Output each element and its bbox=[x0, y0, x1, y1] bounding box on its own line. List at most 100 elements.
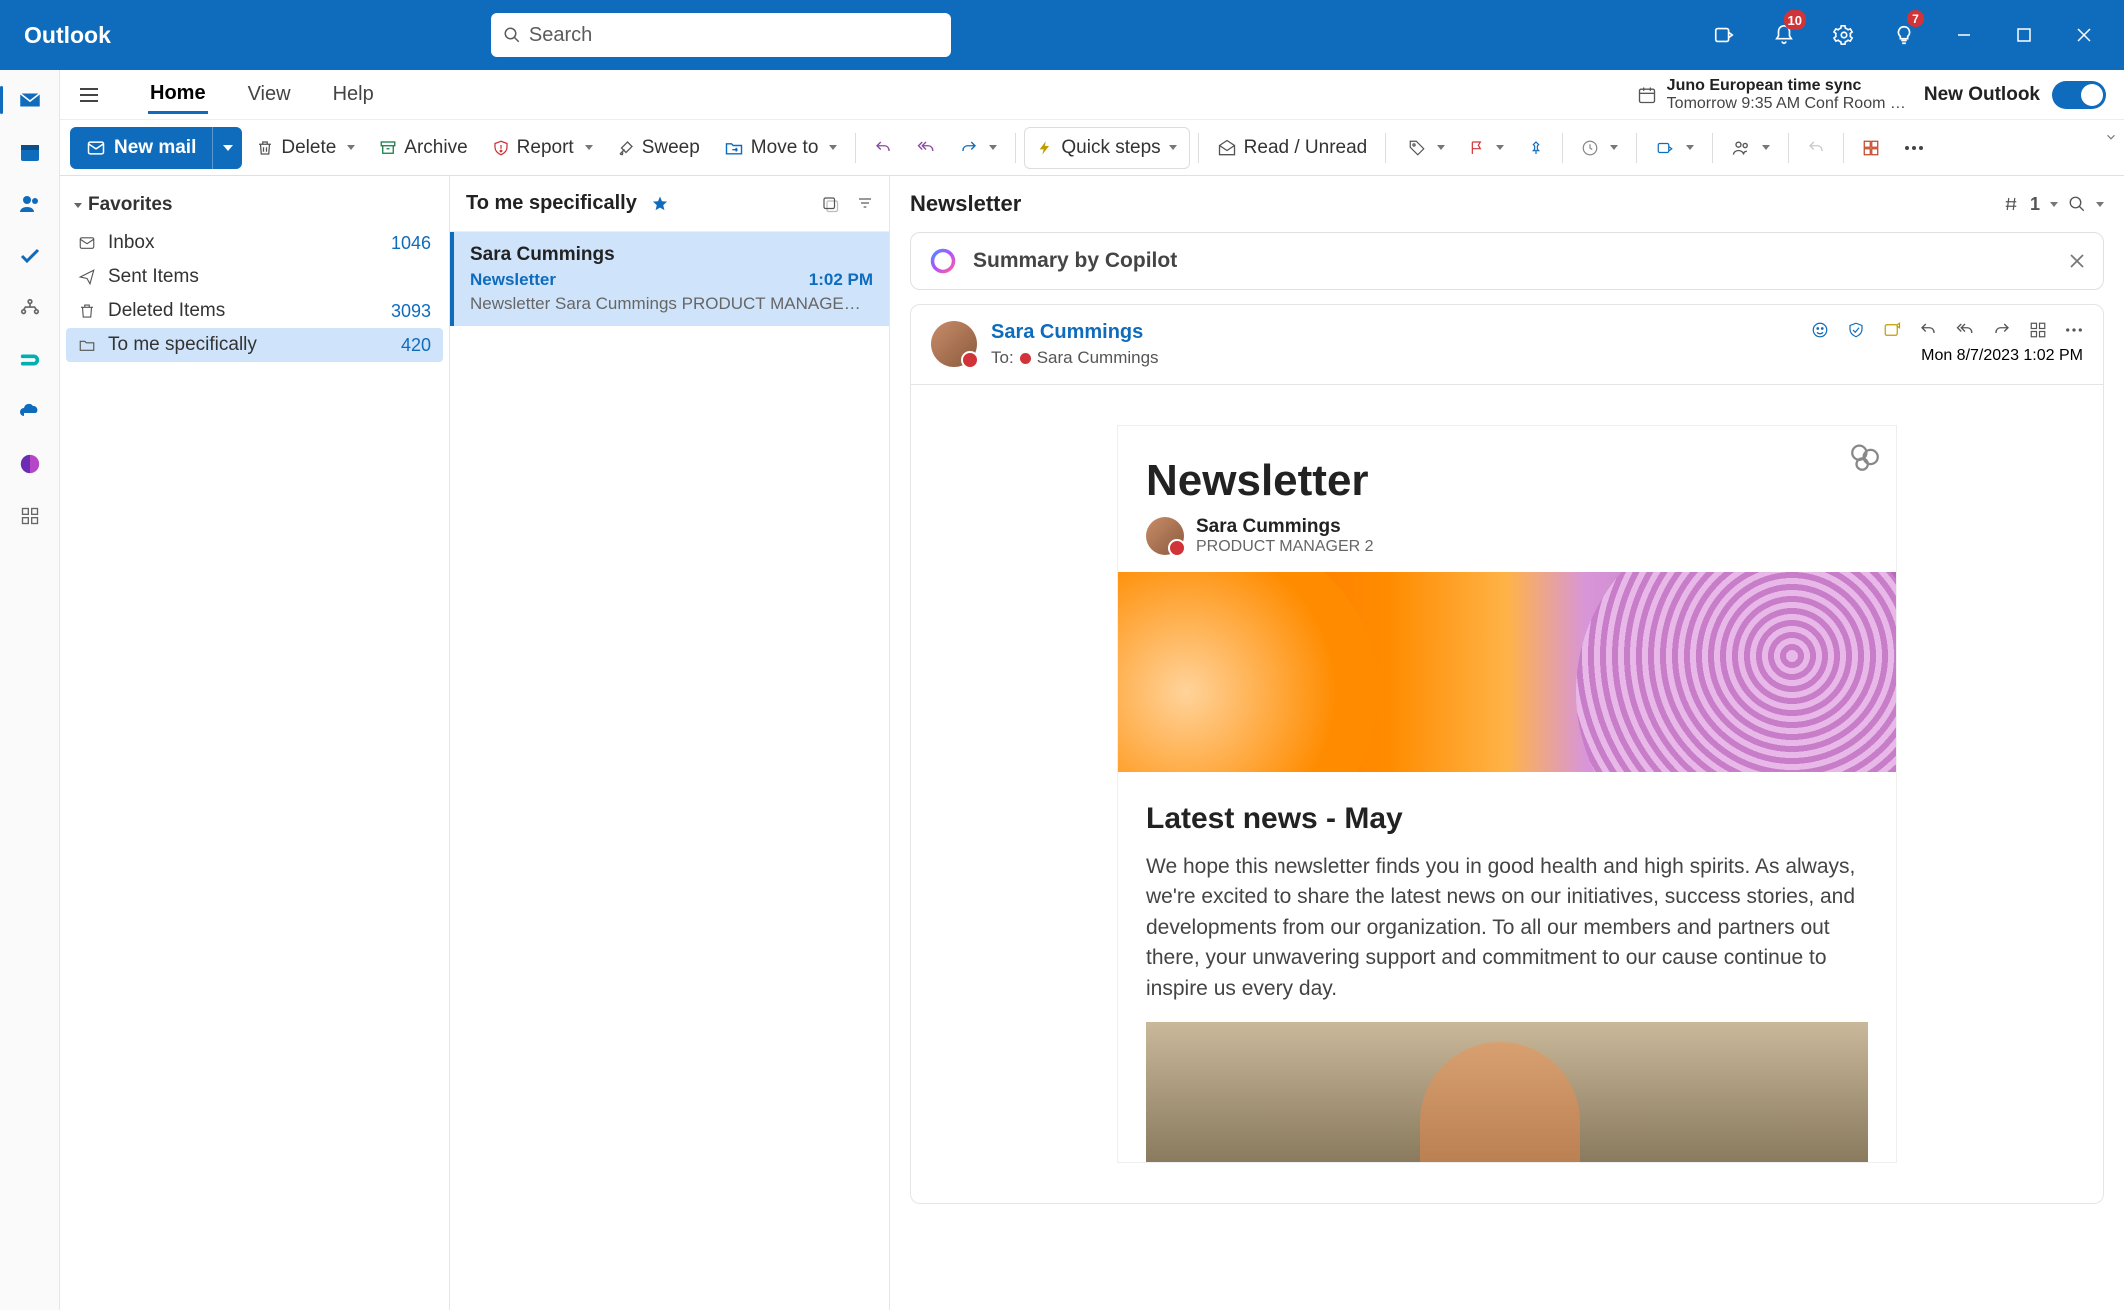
forward-icon[interactable] bbox=[950, 127, 1007, 169]
select-icon[interactable] bbox=[821, 195, 839, 213]
teams-icon[interactable] bbox=[1721, 127, 1780, 169]
calendar-peek[interactable]: Juno European time sync Tomorrow 9:35 AM… bbox=[1637, 77, 1906, 113]
new-mail-caret[interactable] bbox=[212, 127, 242, 169]
quick-steps-label: Quick steps bbox=[1061, 137, 1160, 159]
sweep-button[interactable]: Sweep bbox=[607, 127, 710, 169]
hamburger-icon[interactable] bbox=[78, 84, 100, 106]
folder-icon bbox=[78, 336, 96, 354]
message-subject: Newsletter bbox=[470, 270, 556, 290]
new-outlook-toggle[interactable] bbox=[2052, 81, 2106, 109]
copilot-close-icon[interactable] bbox=[2069, 253, 2085, 269]
search-icon bbox=[503, 26, 521, 44]
presence-dot bbox=[1020, 353, 1031, 364]
app-rail bbox=[0, 70, 60, 1310]
calendar-icon bbox=[1637, 85, 1657, 105]
pin-icon[interactable] bbox=[1518, 127, 1554, 169]
favorites-header[interactable]: Favorites bbox=[66, 188, 443, 226]
report-button[interactable]: Report bbox=[482, 127, 603, 169]
react-icon[interactable] bbox=[1811, 321, 1829, 339]
reply-all-icon[interactable] bbox=[1955, 321, 1975, 339]
flag-icon[interactable] bbox=[1459, 127, 1514, 169]
more-actions-icon[interactable] bbox=[2065, 327, 2083, 333]
message-sender: Sara Cummings bbox=[470, 244, 873, 266]
maximize-button[interactable] bbox=[1994, 0, 2054, 70]
folder-label: To me specifically bbox=[108, 334, 257, 356]
rail-app2-icon[interactable] bbox=[12, 446, 48, 482]
open-window-icon[interactable] bbox=[1883, 321, 1901, 339]
immersive-reader-icon[interactable] bbox=[1852, 127, 1890, 169]
envelope-open-icon bbox=[1217, 138, 1237, 158]
read-unread-button[interactable]: Read / Unread bbox=[1207, 127, 1378, 169]
delete-button[interactable]: Delete bbox=[246, 127, 365, 169]
move-button[interactable]: Move to bbox=[714, 127, 848, 169]
ribbon-collapse-icon[interactable] bbox=[2104, 130, 2118, 144]
message-item[interactable]: Sara Cummings Newsletter 1:02 PM Newslet… bbox=[450, 232, 889, 326]
approve-icon[interactable] bbox=[1847, 321, 1865, 339]
sender-name[interactable]: Sara Cummings bbox=[991, 321, 1797, 344]
rail-calendar-icon[interactable] bbox=[12, 134, 48, 170]
reply-icon[interactable] bbox=[1919, 321, 1937, 339]
folder-count: 1046 bbox=[391, 233, 431, 254]
folder-label: Sent Items bbox=[108, 266, 199, 288]
tips-badge: 7 bbox=[1907, 10, 1924, 27]
archive-button[interactable]: Archive bbox=[369, 127, 477, 169]
rail-todo-icon[interactable] bbox=[12, 238, 48, 274]
report-label: Report bbox=[517, 137, 574, 159]
rail-app1-icon[interactable] bbox=[12, 342, 48, 378]
rail-org-icon[interactable] bbox=[12, 290, 48, 326]
sender-avatar[interactable] bbox=[931, 321, 977, 367]
new-mail-button[interactable]: New mail bbox=[70, 127, 242, 169]
message-preview: Newsletter Sara Cummings PRODUCT MANAGE… bbox=[470, 294, 873, 314]
folder-sent[interactable]: Sent Items bbox=[66, 260, 443, 294]
rail-more-apps-icon[interactable] bbox=[12, 498, 48, 534]
forward-icon[interactable] bbox=[1993, 321, 2011, 339]
apps-icon[interactable] bbox=[2029, 321, 2047, 339]
minimize-button[interactable] bbox=[1934, 0, 1994, 70]
filter-icon[interactable] bbox=[857, 195, 873, 211]
tips-icon[interactable]: 7 bbox=[1874, 0, 1934, 70]
reply-all-icon[interactable] bbox=[906, 127, 946, 169]
newsletter-title: Newsletter bbox=[1118, 426, 1896, 516]
rail-people-icon[interactable] bbox=[12, 186, 48, 222]
trash-icon bbox=[256, 139, 274, 157]
quick-steps-button[interactable]: Quick steps bbox=[1024, 127, 1189, 169]
folder-inbox[interactable]: Inbox 1046 bbox=[66, 226, 443, 260]
folder-deleted[interactable]: Deleted Items 3093 bbox=[66, 294, 443, 328]
copilot-summary-card[interactable]: Summary by Copilot bbox=[910, 232, 2104, 290]
newsletter-paragraph: We hope this newsletter finds you in goo… bbox=[1118, 846, 1896, 1022]
close-button[interactable] bbox=[2054, 0, 2114, 70]
delete-label: Delete bbox=[281, 137, 336, 159]
search-box[interactable]: Search bbox=[491, 13, 951, 57]
mail-icon bbox=[86, 138, 106, 158]
rules-icon[interactable] bbox=[1645, 127, 1704, 169]
notifications-icon[interactable]: 10 bbox=[1754, 0, 1814, 70]
to-name: Sara Cummings bbox=[1037, 348, 1159, 368]
tab-home[interactable]: Home bbox=[148, 76, 208, 114]
settings-icon[interactable] bbox=[1814, 0, 1874, 70]
author-role: PRODUCT MANAGER 2 bbox=[1196, 538, 1374, 556]
folder-to-me[interactable]: To me specifically 420 bbox=[66, 328, 443, 362]
zoom-icon[interactable] bbox=[2068, 195, 2086, 213]
trash-icon bbox=[78, 302, 96, 320]
tab-help[interactable]: Help bbox=[331, 77, 376, 112]
undo-icon[interactable] bbox=[864, 127, 902, 169]
rail-onedrive-icon[interactable] bbox=[12, 394, 48, 430]
app-name: Outlook bbox=[24, 22, 111, 49]
tag-icon[interactable] bbox=[1398, 127, 1455, 169]
tab-view[interactable]: View bbox=[246, 77, 293, 112]
rail-mail-icon[interactable] bbox=[12, 82, 48, 118]
snooze-icon[interactable] bbox=[1571, 127, 1628, 169]
more-icon[interactable] bbox=[1894, 127, 1934, 169]
message-body: Newsletter Sara Cummings PRODUCT MANAGER… bbox=[910, 385, 2104, 1204]
try-premium-icon[interactable] bbox=[1694, 0, 1754, 70]
undo-action-icon[interactable] bbox=[1797, 127, 1835, 169]
move-label: Move to bbox=[751, 137, 819, 159]
message-date: Mon 8/7/2023 1:02 PM bbox=[1921, 347, 2083, 365]
thread-count: 1 bbox=[2030, 194, 2040, 215]
folder-pane: Favorites Inbox 1046 Sent Items Deleted … bbox=[60, 176, 450, 1310]
sent-icon bbox=[78, 268, 96, 286]
newsletter-body: Newsletter Sara Cummings PRODUCT MANAGER… bbox=[1117, 425, 1897, 1163]
reading-pane: Newsletter 1 Summary by Copilot bbox=[890, 176, 2124, 1310]
sharepoint-icon bbox=[1848, 440, 1882, 474]
star-icon[interactable] bbox=[651, 195, 669, 213]
